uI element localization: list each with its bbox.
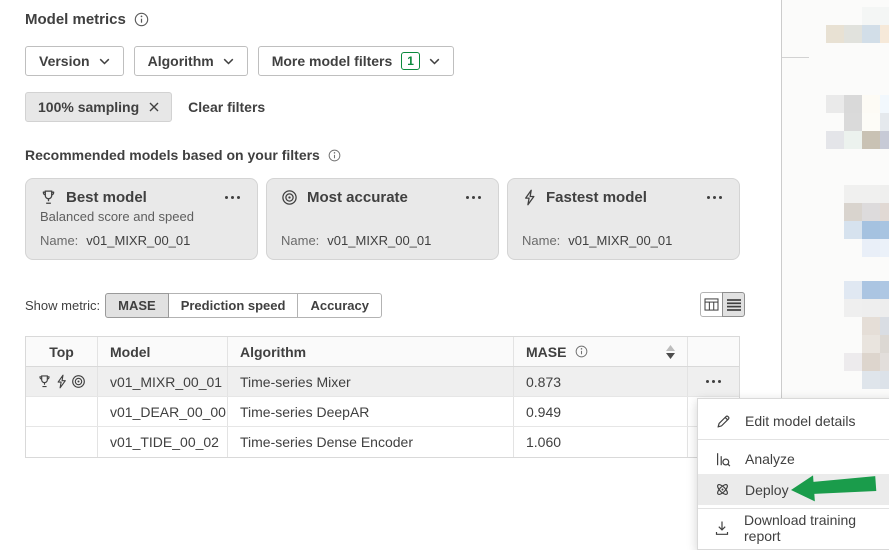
top-model-badges bbox=[37, 374, 86, 389]
target-icon bbox=[71, 374, 86, 389]
algorithm-filter-button[interactable]: Algorithm bbox=[134, 46, 248, 76]
filter-count-badge: 1 bbox=[401, 52, 420, 70]
version-filter-label: Version bbox=[39, 53, 90, 69]
info-icon[interactable] bbox=[575, 345, 588, 358]
metric-option-mase[interactable]: MASE bbox=[105, 293, 169, 318]
sampling-filter-chip[interactable]: 100% sampling bbox=[25, 92, 172, 122]
more-options-button[interactable] bbox=[463, 193, 484, 202]
recommended-cards: Best model Balanced score and speed Name… bbox=[25, 178, 740, 260]
metric-toggle-row: Show metric: MASE Prediction speed Accur… bbox=[25, 293, 382, 318]
more-model-filters-label: More model filters bbox=[272, 53, 393, 69]
recommended-heading-row: Recommended models based on your filters bbox=[25, 147, 341, 163]
card-title: Best model bbox=[66, 189, 213, 206]
column-header-mase[interactable]: MASE bbox=[514, 337, 688, 366]
column-header-top[interactable]: Top bbox=[26, 337, 98, 366]
algorithm-cell: Time-series DeepAR bbox=[228, 397, 514, 426]
menu-item-download-training-report[interactable]: Download training report bbox=[698, 512, 889, 543]
menu-divider bbox=[698, 508, 889, 509]
menu-item-label: Analyze bbox=[745, 451, 795, 467]
sort-toggle[interactable] bbox=[666, 345, 675, 359]
target-icon bbox=[281, 189, 298, 206]
metric-option-accuracy[interactable]: Accuracy bbox=[297, 293, 382, 318]
model-cell: v01_DEAR_00_00 bbox=[98, 397, 228, 426]
model-name-value: v01_MIXR_00_01 bbox=[568, 233, 672, 248]
page-title-row: Model metrics bbox=[25, 11, 149, 28]
menu-item-label: Edit model details bbox=[745, 413, 856, 429]
version-filter-button[interactable]: Version bbox=[25, 46, 124, 76]
algorithm-filter-label: Algorithm bbox=[148, 53, 214, 69]
trophy-icon bbox=[40, 189, 57, 206]
table-row[interactable]: v01_MIXR_00_01 Time-series Mixer 0.873 bbox=[26, 367, 739, 397]
page-title: Model metrics bbox=[25, 11, 126, 28]
row-more-options-button[interactable] bbox=[703, 377, 724, 386]
menu-item-label: Deploy bbox=[745, 482, 789, 498]
algorithm-cell: Time-series Mixer bbox=[228, 367, 514, 396]
algorithm-cell: Time-series Dense Encoder bbox=[228, 427, 514, 457]
menu-divider bbox=[698, 439, 889, 440]
more-options-button[interactable] bbox=[704, 193, 725, 202]
card-title: Fastest model bbox=[546, 189, 695, 206]
column-header-algorithm[interactable]: Algorithm bbox=[228, 337, 514, 366]
models-table: Top Model Algorithm MASE bbox=[25, 336, 740, 458]
filter-toolbar: Version Algorithm More model filters 1 bbox=[25, 46, 454, 76]
chevron-down-icon bbox=[223, 58, 234, 65]
table-body: v01_MIXR_00_01 Time-series Mixer 0.873 v… bbox=[26, 367, 739, 457]
column-header-model[interactable]: Model bbox=[98, 337, 228, 366]
show-metric-label: Show metric: bbox=[25, 298, 100, 313]
recommended-heading: Recommended models based on your filters bbox=[25, 147, 320, 163]
deploy-icon bbox=[714, 481, 731, 498]
most-accurate-card[interactable]: Most accurate Name: v01_MIXR_00_01 bbox=[266, 178, 499, 260]
menu-item-analyze[interactable]: Analyze bbox=[698, 443, 889, 474]
column-header-actions bbox=[688, 337, 739, 366]
model-name-value: v01_MIXR_00_01 bbox=[327, 233, 431, 248]
active-filters-row: 100% sampling Clear filters bbox=[25, 92, 265, 122]
info-icon[interactable] bbox=[134, 12, 149, 27]
model-cell: v01_TIDE_00_02 bbox=[98, 427, 228, 457]
mase-cell: 1.060 bbox=[514, 427, 688, 457]
mase-cell: 0.949 bbox=[514, 397, 688, 426]
name-label: Name: bbox=[522, 233, 560, 248]
list-view-icon[interactable] bbox=[722, 292, 745, 317]
model-cell: v01_MIXR_00_01 bbox=[98, 367, 228, 396]
chevron-down-icon bbox=[99, 58, 110, 65]
table-header-row: Top Model Algorithm MASE bbox=[26, 337, 739, 367]
view-toggle bbox=[700, 292, 745, 317]
annotation-arrow-icon bbox=[790, 470, 878, 504]
metric-segmented-control: MASE Prediction speed Accuracy bbox=[105, 293, 382, 318]
table-row[interactable]: v01_DEAR_00_00 Time-series DeepAR 0.949 bbox=[26, 397, 739, 427]
sampling-filter-chip-label: 100% sampling bbox=[38, 99, 139, 115]
bolt-icon bbox=[55, 374, 68, 389]
analyze-icon bbox=[714, 451, 731, 467]
info-icon[interactable] bbox=[328, 149, 341, 162]
model-name-value: v01_MIXR_00_01 bbox=[86, 233, 190, 248]
trophy-icon bbox=[37, 374, 52, 389]
best-model-card[interactable]: Best model Balanced score and speed Name… bbox=[25, 178, 258, 260]
card-subtitle: Balanced score and speed bbox=[40, 209, 243, 224]
more-options-button[interactable] bbox=[222, 193, 243, 202]
download-icon bbox=[714, 520, 730, 536]
menu-item-label: Download training report bbox=[744, 512, 881, 544]
mase-header-label: MASE bbox=[526, 344, 566, 360]
metric-option-prediction-speed[interactable]: Prediction speed bbox=[168, 293, 299, 318]
card-title: Most accurate bbox=[307, 189, 454, 206]
close-icon[interactable] bbox=[149, 102, 159, 112]
more-model-filters-button[interactable]: More model filters 1 bbox=[258, 46, 454, 76]
fastest-model-card[interactable]: Fastest model Name: v01_MIXR_00_01 bbox=[507, 178, 740, 260]
name-label: Name: bbox=[281, 233, 319, 248]
menu-item-edit-model-details[interactable]: Edit model details bbox=[698, 405, 889, 436]
panel-line-stub bbox=[782, 57, 809, 58]
table-row[interactable]: v01_TIDE_00_02 Time-series Dense Encoder… bbox=[26, 427, 739, 457]
clear-filters-button[interactable]: Clear filters bbox=[188, 99, 265, 115]
chevron-down-icon bbox=[429, 58, 440, 65]
pencil-icon bbox=[714, 413, 731, 429]
grid-view-icon[interactable] bbox=[700, 292, 723, 317]
name-label: Name: bbox=[40, 233, 78, 248]
bolt-icon bbox=[522, 189, 537, 206]
mase-cell: 0.873 bbox=[514, 367, 688, 396]
